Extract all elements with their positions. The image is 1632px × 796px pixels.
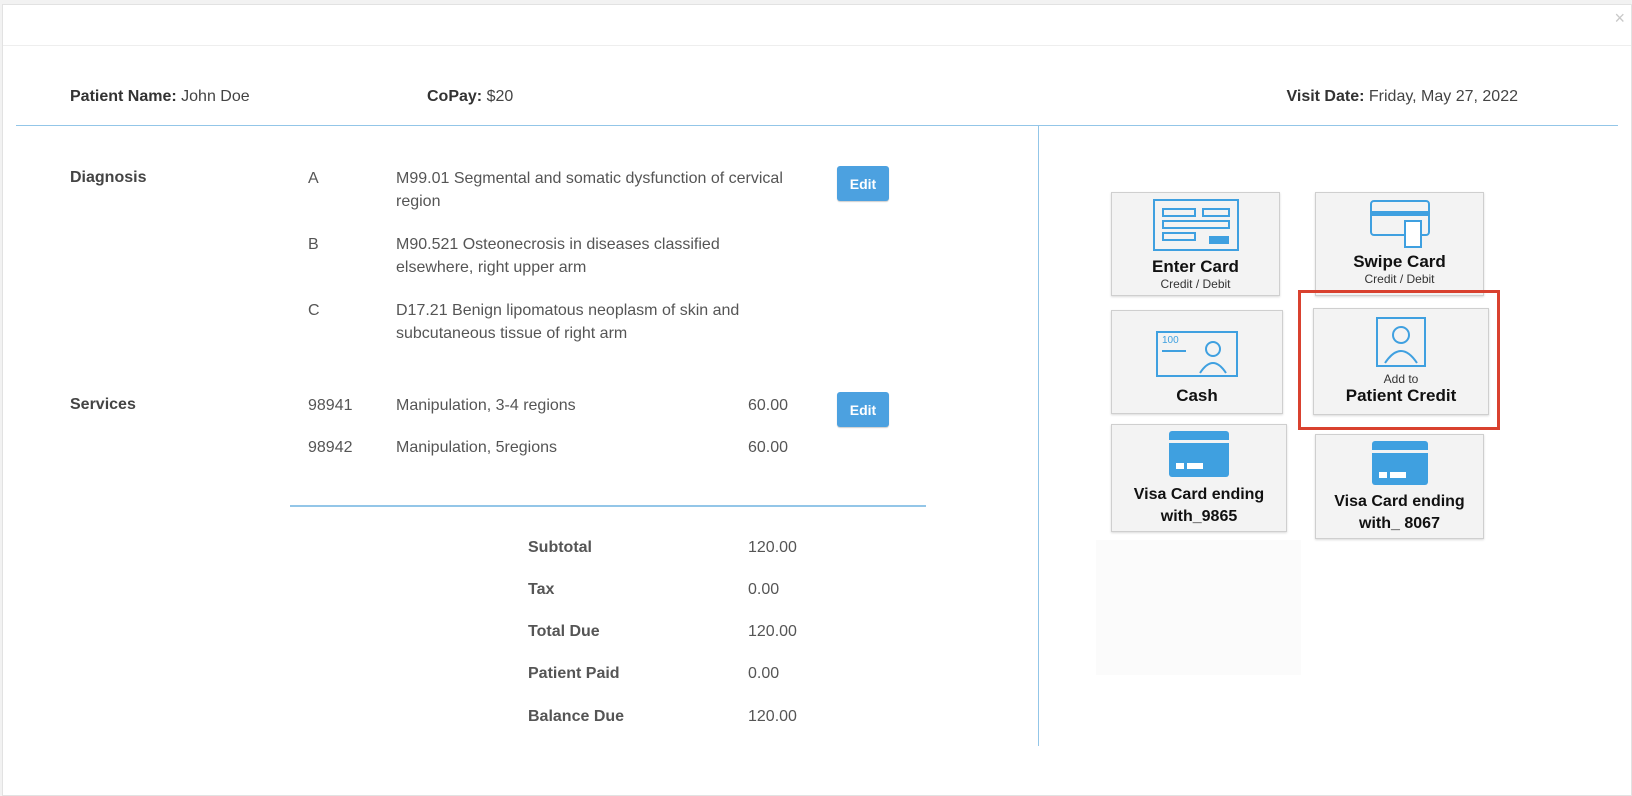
swipe-card-icon	[1369, 200, 1430, 248]
header-separator	[16, 125, 1618, 126]
patient-name: Patient Name: John Doe	[70, 88, 250, 106]
service-amount: 60.00	[748, 439, 789, 456]
services-heading: Services	[70, 396, 136, 413]
total-due-value: 120.00	[748, 623, 797, 640]
service-description: Manipulation, 5regions	[396, 439, 557, 456]
total-due-label: Total Due	[528, 623, 600, 640]
subtotal-label: Subtotal	[528, 539, 592, 556]
balance-due-label: Balance Due	[528, 708, 625, 725]
empty-tile-placeholder	[1096, 540, 1301, 675]
credit-card-icon	[1169, 431, 1229, 477]
diagnosis-letter: C	[308, 302, 320, 319]
copay-value: $20	[486, 88, 514, 105]
diagnosis-letter: B	[308, 236, 319, 253]
balance-due-value: 120.00	[748, 708, 797, 725]
edit-diagnosis-button[interactable]: Edit	[837, 166, 889, 201]
enter-card-subtitle: Credit / Debit	[1160, 277, 1231, 291]
service-amount: 60.00	[748, 397, 789, 414]
highlight-box	[1298, 290, 1500, 430]
patient-paid-label: Patient Paid	[528, 665, 620, 682]
edit-services-button[interactable]: Edit	[837, 392, 889, 427]
tax-value: 0.00	[748, 581, 780, 598]
visit-date-value: Friday, May 27, 2022	[1368, 88, 1518, 105]
credit-card-icon	[1371, 441, 1428, 485]
visa-card-9865-button[interactable]: Visa Card ending with_9865	[1111, 424, 1287, 532]
visa-card-8067-button[interactable]: Visa Card ending with_ 8067	[1315, 434, 1484, 539]
summary-divider	[290, 505, 926, 507]
tax-label: Tax	[528, 581, 555, 598]
patient-name-value: John Doe	[181, 88, 250, 105]
visa-card-9865-line2: with_9865	[1160, 508, 1238, 525]
diagnosis-text: D17.21 Benign lipomatous neoplasm of ski…	[396, 302, 740, 342]
cash-button[interactable]: 100 Cash	[1111, 310, 1283, 414]
visa-card-9865-line1: Visa Card ending	[1133, 486, 1265, 503]
copay-label: CoPay:	[427, 88, 483, 105]
enter-card-title: Enter Card	[1152, 257, 1239, 276]
visa-card-8067-line1: Visa Card ending	[1334, 493, 1465, 510]
cash-title: Cash	[1176, 386, 1218, 405]
service-code: 98942	[308, 439, 353, 456]
subtotal-value: 120.00	[748, 539, 797, 556]
column-separator	[1038, 126, 1039, 746]
copay: CoPay: $20	[427, 88, 513, 106]
diagnosis-text: M99.01 Segmental and somatic dysfunction…	[396, 170, 783, 210]
diagnosis-text: M90.521 Osteonecrosis in diseases classi…	[396, 236, 720, 276]
cash-note-value: 100	[1162, 335, 1179, 346]
card-form-icon	[1152, 199, 1239, 251]
service-description: Manipulation, 3-4 regions	[396, 397, 576, 414]
diagnosis-heading: Diagnosis	[70, 169, 147, 186]
visit-date-label: Visit Date:	[1286, 88, 1365, 105]
patient-paid-value: 0.00	[748, 665, 780, 682]
visit-date: Visit Date: Friday, May 27, 2022	[1286, 88, 1518, 106]
service-code: 98941	[308, 397, 353, 414]
swipe-card-button[interactable]: Swipe Card Credit / Debit	[1315, 192, 1484, 296]
visa-card-8067-line2: with_ 8067	[1359, 515, 1440, 532]
swipe-card-title: Swipe Card	[1353, 252, 1446, 271]
enter-card-button[interactable]: Enter Card Credit / Debit	[1111, 192, 1280, 296]
patient-name-label: Patient Name:	[70, 88, 177, 105]
header-divider	[3, 45, 1631, 46]
cash-bill-icon: 100	[1156, 331, 1238, 377]
diagnosis-letter: A	[308, 170, 319, 187]
swipe-card-subtitle: Credit / Debit	[1364, 272, 1435, 286]
close-icon[interactable]: ×	[1614, 9, 1625, 27]
